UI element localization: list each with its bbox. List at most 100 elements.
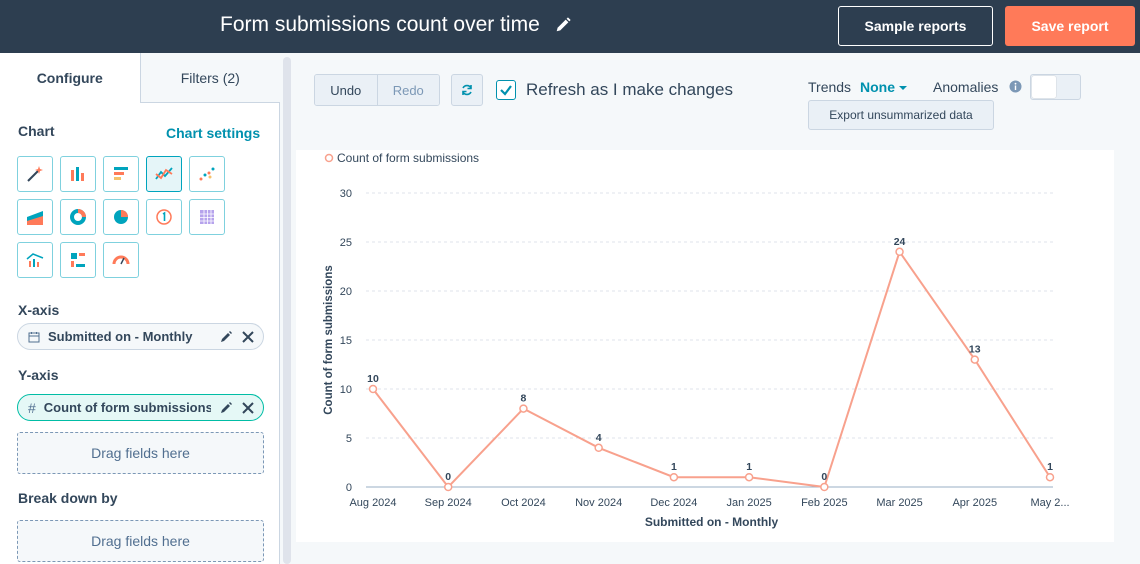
refresh-button[interactable] (451, 74, 483, 106)
tab-filters[interactable]: Filters (2) (140, 53, 280, 103)
data-label: 13 (969, 344, 981, 356)
tab-configure[interactable]: Configure (0, 53, 141, 103)
series-line (372, 249, 1051, 489)
yaxis-drop-zone[interactable]: Drag fields here (17, 432, 264, 474)
sidebar-tabs: Configure Filters (2) (0, 53, 280, 103)
export-button[interactable]: Export unsummarized data (808, 100, 994, 130)
x-tick-label: Jan 2025 (726, 497, 771, 509)
chart-settings-link[interactable]: Chart settings (166, 125, 260, 141)
top-bar: Form submissions count over time Sample … (0, 0, 1140, 53)
donut-icon[interactable] (60, 199, 96, 235)
edit-pencil-icon[interactable] (219, 330, 233, 344)
chart-heading: Chart (18, 123, 55, 139)
data-point (744, 472, 754, 482)
data-point (519, 404, 528, 413)
close-icon[interactable] (241, 330, 255, 344)
trends-label: Trends (808, 79, 852, 95)
sample-reports-button[interactable]: Sample reports (838, 6, 993, 46)
checkmark-icon (500, 85, 512, 96)
data-label: 0 (821, 471, 827, 483)
pencil-icon[interactable] (554, 16, 572, 34)
data-point (895, 247, 904, 257)
data-label: 0 (445, 471, 451, 483)
line-chart: Count of form submissions051015202530Aug… (323, 151, 1070, 529)
data-label: 1 (1047, 461, 1053, 473)
data-point (820, 482, 829, 492)
y-tick-label: 30 (340, 188, 352, 200)
horizontal-bar-icon[interactable] (103, 156, 139, 192)
x-tick-label: Mar 2025 (876, 497, 922, 509)
trends-value: None (860, 79, 895, 95)
pivot-table-icon[interactable] (189, 199, 225, 235)
data-label: 1 (671, 461, 677, 473)
breakdown-drop-zone[interactable]: Drag fields here (17, 520, 264, 562)
data-label: 10 (367, 373, 379, 385)
close-icon[interactable] (241, 401, 255, 415)
caret-down-icon (898, 86, 907, 91)
redo-button[interactable]: Redo (376, 75, 439, 105)
y-axis-title: Count of form submissions (323, 265, 335, 415)
data-point (368, 384, 378, 394)
x-tick-label: Sep 2024 (425, 497, 472, 509)
vertical-bar-icon[interactable] (60, 156, 96, 192)
legend-label: Count of form submissions (337, 151, 479, 165)
pie-icon[interactable] (103, 199, 139, 235)
breakdown-heading: Break down by (18, 490, 118, 506)
y-tick-label: 20 (340, 286, 352, 298)
yaxis-field-label: Count of form submissions (43, 400, 211, 415)
x-tick-label: Oct 2024 (501, 497, 546, 509)
yaxis-field-pill[interactable]: # Count of form submissions (17, 394, 264, 421)
edit-pencil-icon[interactable] (219, 401, 233, 415)
x-tick-label: Aug 2024 (349, 497, 396, 509)
x-tick-label: Feb 2025 (801, 497, 847, 509)
data-label: 4 (596, 432, 602, 444)
trends-dropdown[interactable]: None (860, 79, 907, 95)
anomalies-label: Anomalies (933, 79, 999, 95)
info-icon[interactable] (1009, 80, 1022, 93)
data-point (443, 482, 453, 492)
data-point (1045, 472, 1055, 482)
hash-icon: # (28, 399, 36, 416)
x-tick-label: Apr 2025 (952, 497, 997, 509)
x-tick-label: May 2... (1030, 497, 1069, 509)
kpi-icon[interactable] (146, 199, 182, 235)
sidebar-scrollbar[interactable] (283, 57, 291, 564)
toggle-knob (1032, 76, 1056, 98)
summary-icon[interactable] (60, 242, 96, 278)
data-point (594, 443, 603, 453)
y-tick-label: 5 (346, 433, 352, 445)
y-tick-label: 0 (346, 482, 352, 494)
save-report-button[interactable]: Save report (1005, 6, 1135, 46)
x-tick-label: Nov 2024 (575, 497, 622, 509)
x-tick-label: Dec 2024 (650, 497, 697, 509)
chart-type-grid (17, 156, 225, 278)
scatter-icon[interactable] (189, 156, 225, 192)
refresh-label: Refresh as I make changes (526, 80, 733, 99)
data-label: 24 (894, 236, 906, 248)
y-tick-label: 25 (340, 237, 352, 249)
legend-marker (324, 153, 334, 163)
report-title[interactable]: Form submissions count over time (220, 13, 540, 37)
yaxis-heading: Y-axis (18, 367, 59, 383)
line-chart-icon[interactable] (146, 156, 182, 192)
x-axis-title: Submitted on - Monthly (645, 515, 779, 529)
undo-redo-group: Undo Redo (314, 74, 440, 106)
magic-wand-icon[interactable] (17, 156, 53, 192)
anomalies-toggle[interactable] (1030, 74, 1081, 100)
data-point (970, 355, 980, 364)
data-label: 8 (521, 393, 527, 405)
refresh-checkbox[interactable] (496, 80, 516, 100)
gauge-icon[interactable] (103, 242, 139, 278)
refresh-icon (462, 84, 472, 96)
data-label: 1 (746, 461, 752, 473)
undo-button[interactable]: Undo (315, 75, 377, 105)
y-tick-label: 15 (340, 335, 352, 347)
data-point (669, 472, 679, 482)
area-chart-icon[interactable] (17, 199, 53, 235)
sidebar: Configure Filters (2) Chart Chart settin… (0, 53, 280, 564)
calendar-icon (28, 331, 40, 342)
title-wrap: Form submissions count over time (220, 13, 572, 37)
combo-chart-icon[interactable] (17, 242, 53, 278)
chart-panel: Count of form submissions 0 5 10 15 20 25 30 Aug… (296, 150, 1114, 542)
xaxis-field-pill[interactable]: Submitted on - Monthly (17, 323, 264, 350)
